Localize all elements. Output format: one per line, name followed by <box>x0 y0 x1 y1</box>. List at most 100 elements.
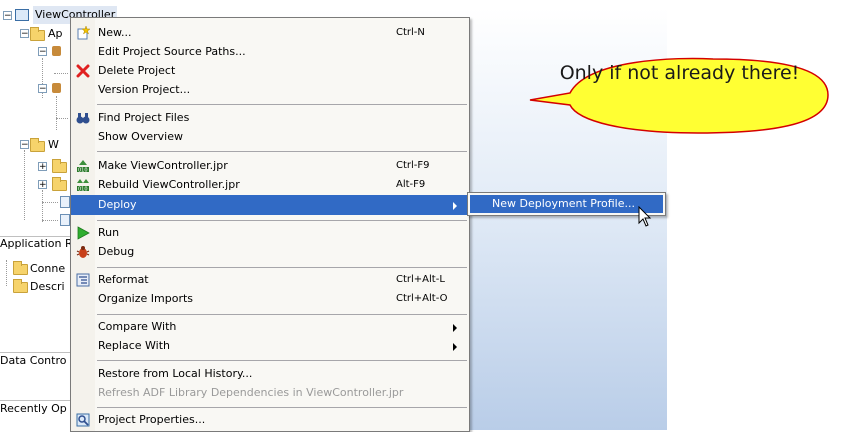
menu-item-rebuild[interactable]: 010 Rebuild ViewController.jpr Alt-F9 <box>71 175 469 195</box>
project-context-menu: New... Ctrl-N Edit Project Source Paths.… <box>70 17 470 432</box>
expand-icon[interactable]: + <box>38 180 47 190</box>
folder-icon <box>13 279 28 293</box>
menu-item-find-project-files[interactable]: Find Project Files <box>71 108 469 128</box>
menu-item-refresh-adf-library: Refresh ADF Library Dependencies in View… <box>71 383 469 403</box>
tree-item-label: Descri <box>30 280 65 293</box>
menu-separator <box>97 151 467 152</box>
callout-text: Only if not already there! <box>559 62 800 84</box>
menu-item-label: Find Project Files <box>98 111 190 124</box>
menu-item-delete-project[interactable]: Delete Project <box>71 61 469 81</box>
menu-item-accelerator: Alt-F9 <box>396 179 426 190</box>
mouse-pointer-icon <box>638 206 652 227</box>
menu-separator <box>97 314 467 315</box>
menu-item-new[interactable]: New... Ctrl-N <box>71 23 469 43</box>
tree-item-label: Conne <box>30 262 66 275</box>
menu-item-version-project[interactable]: Version Project... <box>71 80 469 100</box>
section-header-recently-opened[interactable]: Recently Op <box>0 401 67 417</box>
submenu-arrow-icon <box>453 202 457 210</box>
tree-item-web-content[interactable]: W <box>48 136 59 154</box>
submenu-arrow-icon <box>453 324 457 332</box>
menu-item-accelerator: Ctrl+Alt-L <box>396 274 445 285</box>
menu-item-accelerator: Ctrl-N <box>396 27 425 38</box>
folder-icon <box>13 261 28 275</box>
submenu-arrow-icon <box>453 343 457 351</box>
page-file-icon <box>60 196 70 208</box>
folder-icon <box>30 138 45 152</box>
tree-item-label: Ap <box>48 27 63 40</box>
collapse-root-icon[interactable]: − <box>3 11 12 21</box>
menu-item-label: New... <box>98 26 132 39</box>
folder-icon <box>52 177 67 191</box>
expand-icon[interactable]: + <box>38 162 47 172</box>
deploy-submenu: New Deployment Profile... <box>467 192 666 216</box>
new-icon <box>77 26 90 40</box>
folder-icon <box>52 159 67 173</box>
menu-item-label: Project Properties... <box>98 413 206 426</box>
menu-item-compare-with[interactable]: Compare With <box>71 317 469 337</box>
menu-item-project-properties[interactable]: Project Properties... <box>71 410 469 430</box>
menu-item-accelerator: Ctrl+Alt-O <box>396 293 448 304</box>
section-label: Application R <box>0 237 73 250</box>
menu-item-label: Refresh ADF Library Dependencies in View… <box>98 386 404 399</box>
binoculars-icon <box>76 113 90 124</box>
menu-item-edit-source-paths[interactable]: Edit Project Source Paths... <box>71 42 469 62</box>
make-icon: 010 <box>77 160 89 174</box>
expander-icon[interactable]: − <box>38 47 47 57</box>
menu-item-label: Run <box>98 226 120 239</box>
tree-item-app-sources[interactable]: Ap <box>48 25 63 43</box>
page-file-icon <box>60 214 70 226</box>
package-icon <box>52 83 61 93</box>
reformat-icon <box>76 273 90 287</box>
project-icon <box>15 9 29 21</box>
expander-icon[interactable]: − <box>38 84 47 94</box>
menu-item-make[interactable]: 010 Make ViewController.jpr Ctrl-F9 <box>71 156 469 176</box>
section-header-data-controls[interactable]: Data Contro <box>0 353 66 369</box>
menu-item-organize-imports[interactable]: Organize Imports Ctrl+Alt-O <box>71 289 469 309</box>
menu-item-label: Restore from Local History... <box>98 367 253 380</box>
properties-icon <box>76 413 90 427</box>
rebuild-icon: 010 <box>77 179 89 193</box>
menu-item-label: Make ViewController.jpr <box>98 159 228 172</box>
package-icon <box>52 46 61 56</box>
menu-item-show-overview[interactable]: Show Overview <box>71 127 469 147</box>
menu-item-new-deployment-profile[interactable]: New Deployment Profile... <box>470 195 663 213</box>
section-label: Recently Op <box>0 402 67 415</box>
tree-item-descriptors[interactable]: Descri <box>30 278 65 296</box>
svg-text:010: 010 <box>78 168 88 174</box>
menu-item-label: New Deployment Profile... <box>492 197 635 210</box>
menu-item-label: Debug <box>98 245 135 258</box>
menu-item-label: Compare With <box>98 320 177 333</box>
menu-item-reformat[interactable]: Reformat Ctrl+Alt-L <box>71 270 469 290</box>
menu-separator <box>97 267 467 268</box>
menu-item-restore-local-history[interactable]: Restore from Local History... <box>71 364 469 384</box>
collapse-web-content-icon[interactable]: − <box>20 140 29 150</box>
menu-item-debug[interactable]: Debug <box>71 242 469 262</box>
menu-separator <box>97 360 467 361</box>
menu-item-label: Deploy <box>98 198 137 211</box>
menu-item-replace-with[interactable]: Replace With <box>71 336 469 356</box>
section-label: Data Contro <box>0 354 67 367</box>
menu-item-label: Rebuild ViewController.jpr <box>98 178 240 191</box>
section-header-application-resources[interactable]: Application R <box>0 236 73 252</box>
menu-item-label: Reformat <box>98 273 149 286</box>
menu-item-deploy[interactable]: Deploy <box>71 195 469 215</box>
menu-item-label: Version Project... <box>98 83 191 96</box>
menu-item-run[interactable]: Run <box>71 223 469 243</box>
menu-item-label: Edit Project Source Paths... <box>98 45 246 58</box>
menu-separator <box>97 220 467 221</box>
debug-icon <box>76 246 90 258</box>
menu-item-label: Show Overview <box>98 130 183 143</box>
svg-text:010: 010 <box>78 187 88 193</box>
menu-item-label: Replace With <box>98 339 170 352</box>
tree-item-connections[interactable]: Conne <box>30 260 65 278</box>
menu-item-accelerator: Ctrl-F9 <box>396 160 430 171</box>
tree-item-label: W <box>48 138 59 151</box>
delete-x-icon <box>76 64 90 78</box>
menu-separator <box>97 104 467 105</box>
collapse-app-sources-icon[interactable]: − <box>20 29 29 39</box>
run-icon <box>77 226 90 240</box>
folder-icon <box>30 27 45 41</box>
menu-separator <box>97 407 467 408</box>
menu-item-label: Organize Imports <box>98 292 194 305</box>
menu-item-label: Delete Project <box>98 64 176 77</box>
